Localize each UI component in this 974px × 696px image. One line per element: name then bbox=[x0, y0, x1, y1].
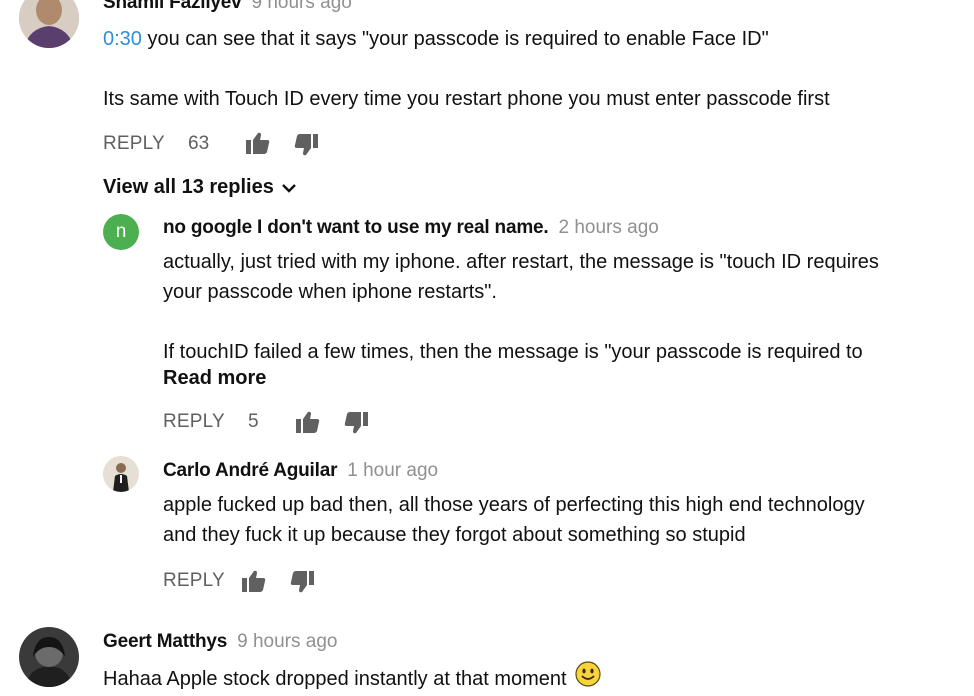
thumb-up-icon[interactable] bbox=[246, 132, 270, 154]
chevron-down-icon bbox=[282, 176, 296, 199]
reply-text-line: apple fucked up bad then, all those year… bbox=[163, 494, 865, 516]
comment-text-line: Hahaa Apple stock dropped instantly at t… bbox=[103, 667, 567, 690]
comment-header: Geert Matthys 9 hours ago bbox=[103, 631, 337, 653]
comment-header: Shamil Fazliyev 9 hours ago bbox=[103, 0, 352, 14]
comment-text-line: Its same with Touch ID every time you re… bbox=[103, 88, 830, 110]
comment-text-line: you can see that it says "your passcode … bbox=[141, 28, 769, 50]
avatar-reply-n[interactable]: n bbox=[103, 214, 139, 250]
avatar-carlo[interactable] bbox=[103, 456, 139, 492]
avatar-letter: n bbox=[115, 221, 127, 242]
reply-text: actually, just tried with my iphone. aft… bbox=[163, 247, 953, 367]
comment-text: 0:30 you can see that it says "your pass… bbox=[103, 24, 943, 114]
comment-time[interactable]: 1 hour ago bbox=[347, 460, 438, 482]
reply-text-line: actually, just tried with my iphone. aft… bbox=[163, 251, 879, 273]
author-name[interactable]: Carlo André Aguilar bbox=[163, 460, 337, 482]
reply-text-line: and they fuck it up because they forgot … bbox=[163, 524, 746, 546]
author-name[interactable]: no google I don't want to use my real na… bbox=[163, 217, 549, 239]
reply-header: Carlo André Aguilar 1 hour ago bbox=[163, 460, 438, 482]
reply-text: apple fucked up bad then, all those year… bbox=[163, 490, 953, 550]
reply-text-line: If touchID failed a few times, then the … bbox=[163, 341, 863, 363]
comment-time[interactable]: 9 hours ago bbox=[237, 631, 337, 653]
author-name[interactable]: Geert Matthys bbox=[103, 631, 227, 653]
avatar-shamil[interactable] bbox=[19, 0, 79, 48]
like-count: 5 bbox=[248, 411, 259, 432]
view-replies-label: View all 13 replies bbox=[103, 176, 274, 198]
thumb-down-icon[interactable] bbox=[294, 134, 318, 156]
thumb-down-icon[interactable] bbox=[290, 571, 314, 593]
reply-button[interactable]: REPLY bbox=[103, 133, 165, 155]
reply-header: no google I don't want to use my real na… bbox=[163, 217, 659, 239]
comment-time[interactable]: 2 hours ago bbox=[558, 217, 658, 239]
thumb-down-icon[interactable] bbox=[344, 412, 368, 434]
video-timestamp-link[interactable]: 0:30 bbox=[103, 28, 142, 50]
author-name[interactable]: Shamil Fazliyev bbox=[103, 0, 242, 14]
slightly-smiling-face-icon bbox=[575, 661, 601, 696]
like-count: 63 bbox=[188, 133, 210, 154]
thumb-up-icon[interactable] bbox=[242, 570, 266, 592]
view-replies-button[interactable]: View all 13 replies bbox=[103, 176, 296, 199]
comment-time[interactable]: 9 hours ago bbox=[252, 0, 352, 14]
reply-button[interactable]: REPLY bbox=[163, 570, 225, 592]
read-more-button[interactable]: Read more bbox=[163, 367, 266, 390]
reply-button[interactable]: REPLY bbox=[163, 411, 225, 433]
avatar-geert[interactable] bbox=[19, 627, 79, 687]
comment-text: Hahaa Apple stock dropped instantly at t… bbox=[103, 661, 601, 696]
reply-text-line: your passcode when iphone restarts". bbox=[163, 281, 497, 303]
thumb-up-icon[interactable] bbox=[296, 411, 320, 433]
